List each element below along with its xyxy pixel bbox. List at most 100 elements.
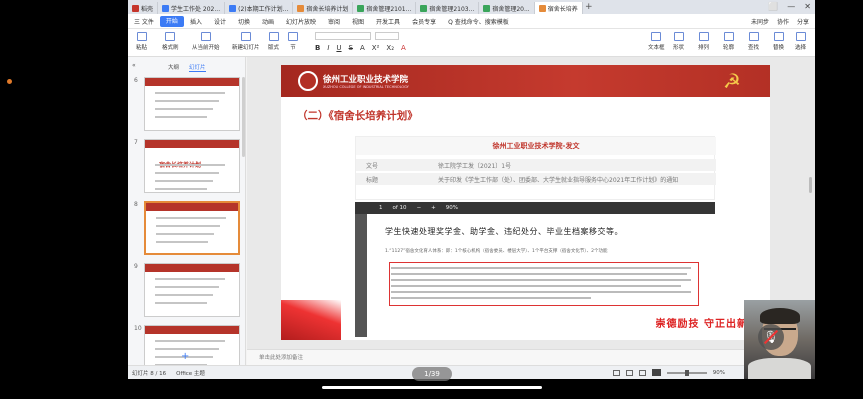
document-tab-label: 宿舍长培养计划 [306, 5, 349, 13]
layout-button[interactable]: 版式 [268, 32, 279, 51]
collaborate-button[interactable]: 协作 [777, 17, 789, 26]
thumbnail-header [145, 140, 239, 148]
superscript-button[interactable]: X² [372, 44, 380, 52]
presenter-video: 🎙 [744, 300, 815, 379]
document-tab[interactable]: 稻壳 [128, 2, 159, 14]
menu-item[interactable]: 开始 [159, 15, 184, 27]
thumbnail-line [156, 233, 214, 235]
document-title: 徐州工业职业技术学院-发文 [356, 137, 716, 155]
outline-button[interactable]: 轮廓 [723, 32, 734, 51]
new-slide-button[interactable]: 新建幻灯片 [232, 32, 260, 51]
zoom-in-icon: + [431, 205, 436, 211]
document-tab[interactable]: 宿舍管理20... [479, 2, 535, 14]
sync-status[interactable]: 未同步 [751, 17, 769, 26]
thumbnail-line [156, 241, 208, 243]
menu-item[interactable]: 视图 [346, 17, 370, 26]
textbox-button[interactable]: 文本框 [648, 32, 665, 51]
bold-button[interactable]: B [315, 44, 320, 52]
menu-item[interactable]: 切换 [232, 17, 256, 26]
canvas-scrollbar[interactable] [809, 177, 812, 193]
slide-thumbnail[interactable]: 宿舍长培养计划 [144, 139, 240, 193]
current-slide[interactable]: 徐州工业职业技术学院 XUZHOU COLLEGE OF INDUSTRIAL … [281, 65, 770, 340]
menu-item[interactable]: Q 查找命令、搜索模板 [442, 17, 515, 26]
document-tab[interactable]: (2)本期工作计划... [225, 2, 294, 14]
select-button[interactable]: 选择 [795, 32, 806, 51]
new-tab-button[interactable]: + [583, 2, 595, 12]
menu-item[interactable]: 三 文件 [128, 17, 160, 26]
indicator-dot [7, 79, 12, 84]
document-tab[interactable]: 宿舍管理2101... [353, 2, 417, 14]
mic-muted-icon[interactable]: 🎙 [758, 324, 784, 350]
slideshow-icon[interactable] [651, 369, 661, 376]
menu-item[interactable]: 设计 [208, 17, 232, 26]
menu-item[interactable]: 幻灯片放映 [280, 17, 322, 26]
document-tab[interactable]: 宿舍长培养 [534, 2, 583, 14]
menu-item[interactable]: 动画 [256, 17, 280, 26]
add-slide-button[interactable]: + [181, 351, 189, 362]
school-logo [298, 71, 318, 91]
tab-slides[interactable]: 幻灯片 [189, 63, 206, 72]
strike-button[interactable]: S [349, 44, 353, 52]
pdf-page-number: 1 [379, 205, 383, 211]
section-button[interactable]: 节 [288, 32, 298, 51]
normal-view-icon[interactable] [612, 369, 620, 376]
thumbnail-line [156, 225, 220, 227]
notes-area[interactable]: 单击此处添加备注 [247, 349, 815, 365]
document-type-icon [297, 4, 305, 12]
minimize-icon[interactable]: — [787, 2, 795, 11]
doc-row-key: 标题 [366, 176, 379, 184]
document-type-icon [538, 4, 546, 12]
document-type-icon [132, 4, 139, 12]
replace-button[interactable]: 替换 [773, 32, 784, 51]
play-from-current-button[interactable]: 从当前开始 [192, 32, 220, 51]
thumbnail-header [146, 203, 238, 211]
menu-item[interactable]: 开发工具 [370, 17, 406, 26]
reading-view-icon[interactable] [638, 369, 646, 376]
slide-thumbnail[interactable] [144, 77, 240, 131]
sorter-view-icon[interactable] [625, 369, 633, 376]
slide-thumbnail[interactable] [144, 201, 240, 255]
document-tab[interactable]: 宿舍管理2103... [416, 2, 480, 14]
menu-item[interactable]: 插入 [184, 17, 208, 26]
format-painter-button[interactable]: 格式刷 [162, 32, 179, 51]
thumbnail-header [145, 326, 239, 334]
underline-button[interactable]: U [336, 44, 341, 52]
collapse-panel-icon[interactable]: « [132, 62, 136, 69]
restore-icon[interactable]: ⬜ [768, 2, 778, 11]
document-tab-label: 宿舍管理20... [492, 5, 530, 13]
italic-button[interactable]: I [327, 44, 329, 52]
font-name-select[interactable] [315, 32, 371, 40]
close-icon[interactable]: ✕ [804, 2, 811, 11]
share-button[interactable]: 分享 [797, 17, 809, 26]
zoom-knob[interactable] [684, 369, 689, 376]
find-button[interactable]: 查找 [748, 32, 759, 51]
slide-header-band: 徐州工业职业技术学院 XUZHOU COLLEGE OF INDUSTRIAL … [281, 65, 770, 97]
document-type-icon [420, 4, 428, 12]
document-tab[interactable]: 学生工作处 202... [158, 2, 226, 14]
document-tab[interactable]: 宿舍长培养计划 [293, 2, 354, 14]
font-size-select[interactable] [375, 32, 399, 40]
slide-thumbnail[interactable] [144, 263, 240, 317]
zoom-level[interactable]: 90% [713, 370, 725, 376]
document-tab-label: 宿舍管理2101... [366, 5, 412, 13]
textbox-icon [651, 32, 662, 41]
paste-button[interactable]: 粘贴 [136, 32, 147, 51]
slide-counter: 幻灯片 8 / 16 [132, 370, 167, 377]
window-controls: ⬜ — ✕ [768, 2, 811, 11]
outline-icon [723, 32, 734, 41]
zoom-slider[interactable] [666, 369, 707, 376]
shape-button[interactable]: 形状 [673, 32, 684, 51]
font-color-button[interactable]: A [401, 44, 406, 52]
tab-outline[interactable]: 大纲 [168, 63, 179, 72]
shadow-button[interactable]: A [360, 44, 365, 52]
doc-row-key: 文号 [366, 162, 379, 170]
subscript-button[interactable]: X₂ [386, 44, 394, 52]
playback-progress-bar[interactable] [322, 386, 542, 389]
arrange-button[interactable]: 排列 [698, 32, 709, 51]
doc-row-value: 关于印发《学生工作部（处）、团委部、大学生就业指导服务中心2021年工作计划》的… [438, 176, 679, 184]
panel-scrollbar[interactable] [242, 77, 245, 157]
menu-item[interactable]: 会员专享 [406, 17, 442, 26]
menu-item[interactable]: 审阅 [322, 17, 346, 26]
text-line [391, 267, 691, 269]
text-line [391, 279, 691, 281]
